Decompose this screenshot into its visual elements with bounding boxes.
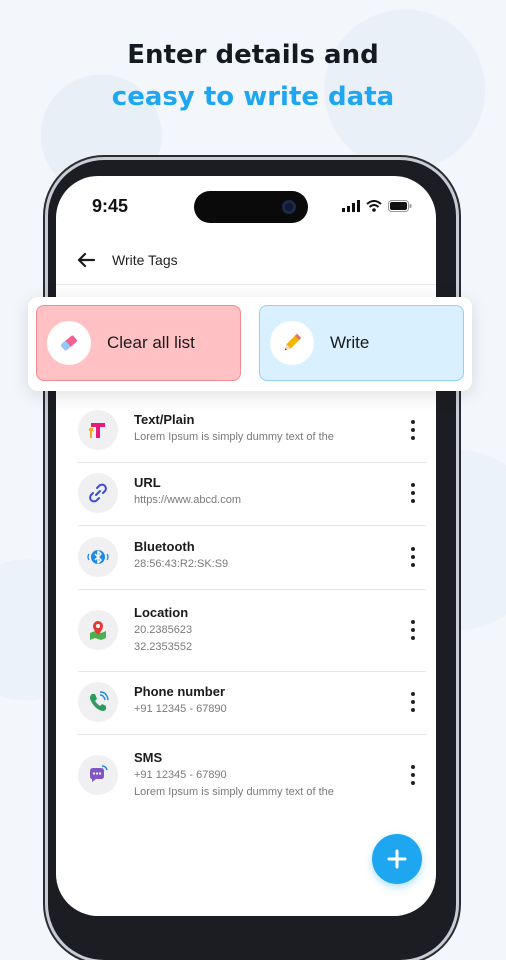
clear-all-list-button[interactable]: Clear all list: [36, 305, 241, 381]
more-options-icon[interactable]: [406, 620, 420, 640]
more-options-icon[interactable]: [406, 420, 420, 440]
back-arrow-icon[interactable]: [72, 246, 100, 274]
wifi-icon: [366, 200, 382, 212]
item-subtitle: +91 12345 - 67890: [134, 769, 227, 781]
phone-screen: 9:45 Write Tags Text/Plain Lorem Ipsum i…: [56, 176, 436, 916]
list-item-text-plain[interactable]: Text/Plain Lorem Ipsum is simply dummy t…: [78, 398, 426, 463]
more-options-icon[interactable]: [406, 547, 420, 567]
promo-subheadline: ceasy to write data: [111, 82, 395, 112]
pencil-icon: [270, 321, 314, 365]
camera-icon: [282, 200, 296, 214]
plus-icon: [387, 849, 407, 869]
item-subtitle-2: 32.2353552: [134, 641, 193, 653]
item-title: Bluetooth: [134, 539, 195, 554]
list-item-phone-number[interactable]: Phone number +91 12345 - 67890: [78, 671, 426, 735]
phone-power-button: [456, 380, 460, 470]
list-item-location[interactable]: Location 20.2385623 32.2353552: [78, 589, 426, 672]
item-subtitle: Lorem Ipsum is simply dummy text of the: [134, 431, 334, 443]
item-subtitle: 28:56:43:R2:SK:S9: [134, 558, 229, 570]
item-subtitle: 20.2385623: [134, 624, 193, 636]
item-subtitle: +91 12345 - 67890: [134, 703, 227, 715]
promo-headline: Enter details and: [127, 40, 379, 70]
appbar-divider: [56, 284, 436, 285]
list-item-sms[interactable]: SMS +91 12345 - 67890 Lorem Ipsum is sim…: [78, 734, 426, 816]
add-button[interactable]: [372, 834, 422, 884]
action-card: Clear all list Write: [28, 297, 472, 391]
link-icon: [78, 473, 118, 513]
list-item-url[interactable]: URL https://www.abcd.com: [78, 462, 426, 526]
status-icons: [342, 200, 412, 212]
phone-icon: [78, 682, 118, 722]
item-subtitle-2: Lorem Ipsum is simply dummy text of the: [134, 786, 334, 798]
eraser-icon: [47, 321, 91, 365]
clear-all-list-label: Clear all list: [107, 333, 195, 352]
page-title: Write Tags: [112, 252, 178, 268]
item-subtitle: https://www.abcd.com: [134, 494, 241, 506]
more-options-icon[interactable]: [406, 483, 420, 503]
write-label: Write: [330, 333, 370, 352]
signal-icon: [342, 200, 360, 212]
write-button[interactable]: Write: [259, 305, 464, 381]
status-time: 9:45: [92, 196, 129, 216]
more-options-icon[interactable]: [406, 765, 420, 785]
item-title: Phone number: [134, 684, 226, 699]
dynamic-island: [194, 191, 308, 223]
battery-icon: [388, 200, 412, 212]
more-options-icon[interactable]: [406, 692, 420, 712]
item-title: SMS: [134, 750, 163, 765]
text-t-icon: [78, 410, 118, 450]
list-item-bluetooth[interactable]: Bluetooth 28:56:43:R2:SK:S9: [78, 525, 426, 590]
bluetooth-icon: [78, 537, 118, 577]
item-title: Text/Plain: [134, 412, 195, 427]
map-pin-icon: [78, 610, 118, 650]
item-title: URL: [134, 475, 161, 490]
item-title: Location: [134, 605, 189, 620]
app-bar: Write Tags: [56, 238, 436, 284]
sms-icon: [78, 755, 118, 795]
